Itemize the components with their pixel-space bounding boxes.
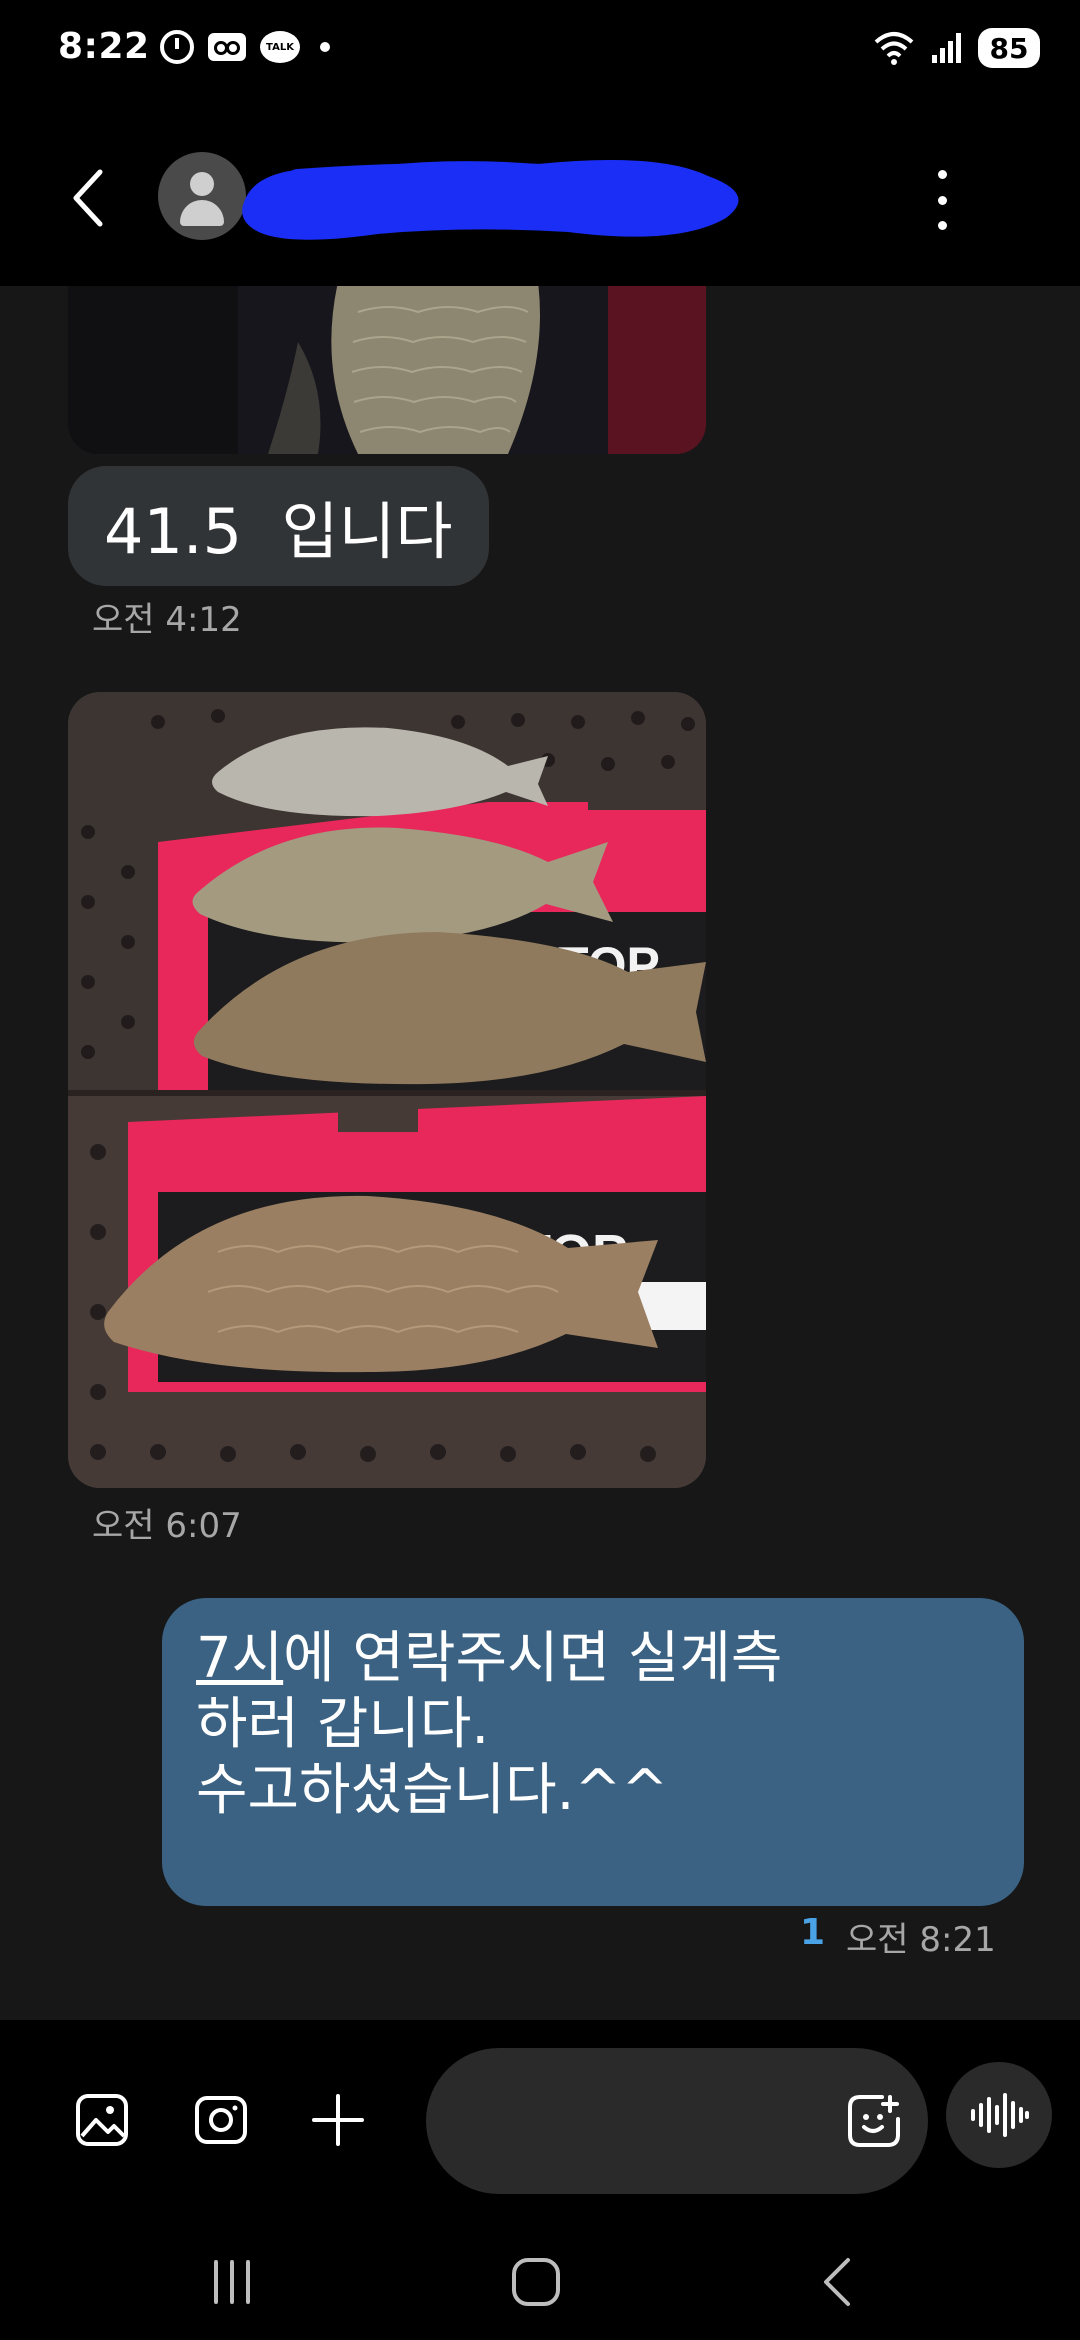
voice-record-button[interactable] — [946, 2062, 1052, 2168]
signal-icon — [930, 31, 964, 65]
contact-name-redacted[interactable] — [238, 142, 748, 250]
recents-icon — [214, 2260, 250, 2304]
status-notification-icons: TALK — [160, 30, 330, 64]
camera-button[interactable] — [193, 2092, 249, 2148]
image-message[interactable] — [68, 286, 706, 454]
message-input-bar — [0, 2020, 1080, 2214]
home-button[interactable] — [506, 2254, 566, 2310]
camera-icon — [195, 2096, 247, 2144]
sticker-icon — [848, 2095, 900, 2147]
more-options-button[interactable] — [922, 170, 962, 230]
message-timestamp: 오전 8:21 — [846, 1920, 996, 1960]
message-timestamp: 오전 4:12 — [92, 600, 242, 640]
status-bar: 8:22 TALK 85 — [0, 0, 1080, 100]
talk-icon: TALK — [260, 31, 300, 63]
unread-count: 1 — [800, 1912, 826, 1953]
incoming-message-bubble[interactable]: 41.5 입니다 — [68, 466, 489, 586]
home-icon — [512, 2258, 560, 2306]
back-icon — [824, 2258, 850, 2306]
plus-icon — [312, 2094, 364, 2146]
recents-button[interactable] — [202, 2254, 262, 2310]
system-navigation-bar — [0, 2214, 1080, 2340]
chevron-left-icon — [73, 169, 103, 227]
battery-icon: 85 — [978, 28, 1040, 68]
voice-wave-icon — [971, 2093, 1029, 2137]
underlined-time-link[interactable]: 7시 — [196, 1626, 283, 1691]
person-icon — [190, 172, 214, 196]
status-system-icons: 85 — [872, 28, 1040, 68]
back-button[interactable] — [60, 158, 120, 238]
gallery-icon — [76, 2094, 128, 2146]
more-vertical-icon — [937, 170, 947, 179]
conversation-header — [0, 100, 1080, 286]
alarm-icon — [160, 30, 194, 64]
avatar[interactable] — [158, 152, 246, 240]
gallery-button[interactable] — [74, 2092, 130, 2148]
attach-button[interactable] — [310, 2092, 366, 2148]
wifi-icon — [872, 30, 916, 66]
notification-dot-icon — [320, 42, 330, 52]
status-time: 8:22 — [58, 26, 150, 67]
message-thread[interactable]: 41.5 입니다 오전 4:12 TOP — [0, 286, 1080, 2020]
voicemail-icon — [208, 33, 246, 61]
outgoing-message-bubble[interactable]: 7시에 연락주시면 실계측 하러 갑니다. 수고하셨습니다.^^ — [162, 1598, 1024, 1906]
message-timestamp: 오전 6:07 — [92, 1506, 242, 1546]
message-input-field[interactable] — [426, 2048, 928, 2194]
sticker-button[interactable] — [846, 2093, 902, 2149]
nav-back-button[interactable] — [810, 2254, 870, 2310]
image-message[interactable]: TOP TOP — [68, 692, 706, 1488]
